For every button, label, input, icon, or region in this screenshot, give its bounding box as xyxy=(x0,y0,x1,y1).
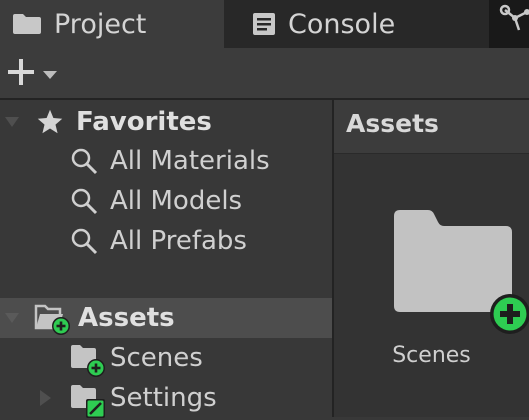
favorites-item[interactable]: All Models xyxy=(0,181,332,221)
caret-down-icon xyxy=(42,65,58,84)
favorites-item[interactable]: All Prefabs xyxy=(0,221,332,261)
tab-console[interactable]: Console xyxy=(224,0,489,48)
tree-assets-label: Assets xyxy=(78,303,175,333)
favorites-item-label: All Prefabs xyxy=(110,226,247,256)
expand-arrow-icon[interactable] xyxy=(4,310,20,326)
expand-arrow-icon[interactable] xyxy=(4,114,20,130)
asset-item-scenes[interactable] xyxy=(392,208,529,334)
tree-favorites[interactable]: Favorites xyxy=(0,102,332,142)
console-icon xyxy=(252,12,276,36)
tab-bar: Project Console xyxy=(0,0,529,48)
tree-scenes[interactable]: Scenes xyxy=(0,338,332,378)
folder-edit-icon xyxy=(70,384,110,420)
folder-add-icon xyxy=(392,210,529,342)
breadcrumb-assets[interactable]: Assets xyxy=(346,109,439,138)
node-graph-icon xyxy=(499,4,529,45)
tree-assets[interactable]: Assets xyxy=(0,298,332,338)
folder-open-add-icon xyxy=(34,302,74,338)
folder-tree: Favorites All Materials All Models All P… xyxy=(0,100,332,418)
favorites-item-label: All Models xyxy=(110,186,243,216)
tab-project[interactable]: Project xyxy=(0,0,224,48)
tab-project-label: Project xyxy=(54,8,147,40)
collapse-arrow-icon[interactable] xyxy=(38,389,52,407)
asset-breadcrumb: Assets xyxy=(334,100,529,154)
search-icon xyxy=(70,147,98,175)
add-button[interactable] xyxy=(6,56,58,92)
tab-graph[interactable] xyxy=(489,0,529,48)
tree-settings-label: Settings xyxy=(110,383,217,413)
favorites-item-label: All Materials xyxy=(110,146,270,176)
asset-browser: Assets Scenes xyxy=(334,100,529,417)
plus-icon xyxy=(6,57,36,91)
tab-console-label: Console xyxy=(288,8,396,40)
toolbar xyxy=(0,48,529,100)
asset-item-scenes-label: Scenes xyxy=(392,343,471,368)
search-icon xyxy=(70,187,98,215)
folder-add-icon xyxy=(70,344,110,380)
search-icon xyxy=(70,227,98,255)
tree-favorites-label: Favorites xyxy=(76,107,212,137)
folder-icon xyxy=(12,13,42,35)
star-icon xyxy=(36,108,64,136)
favorites-item[interactable]: All Materials xyxy=(0,141,332,181)
tree-settings[interactable]: Settings xyxy=(0,378,332,418)
tree-scenes-label: Scenes xyxy=(110,343,203,373)
